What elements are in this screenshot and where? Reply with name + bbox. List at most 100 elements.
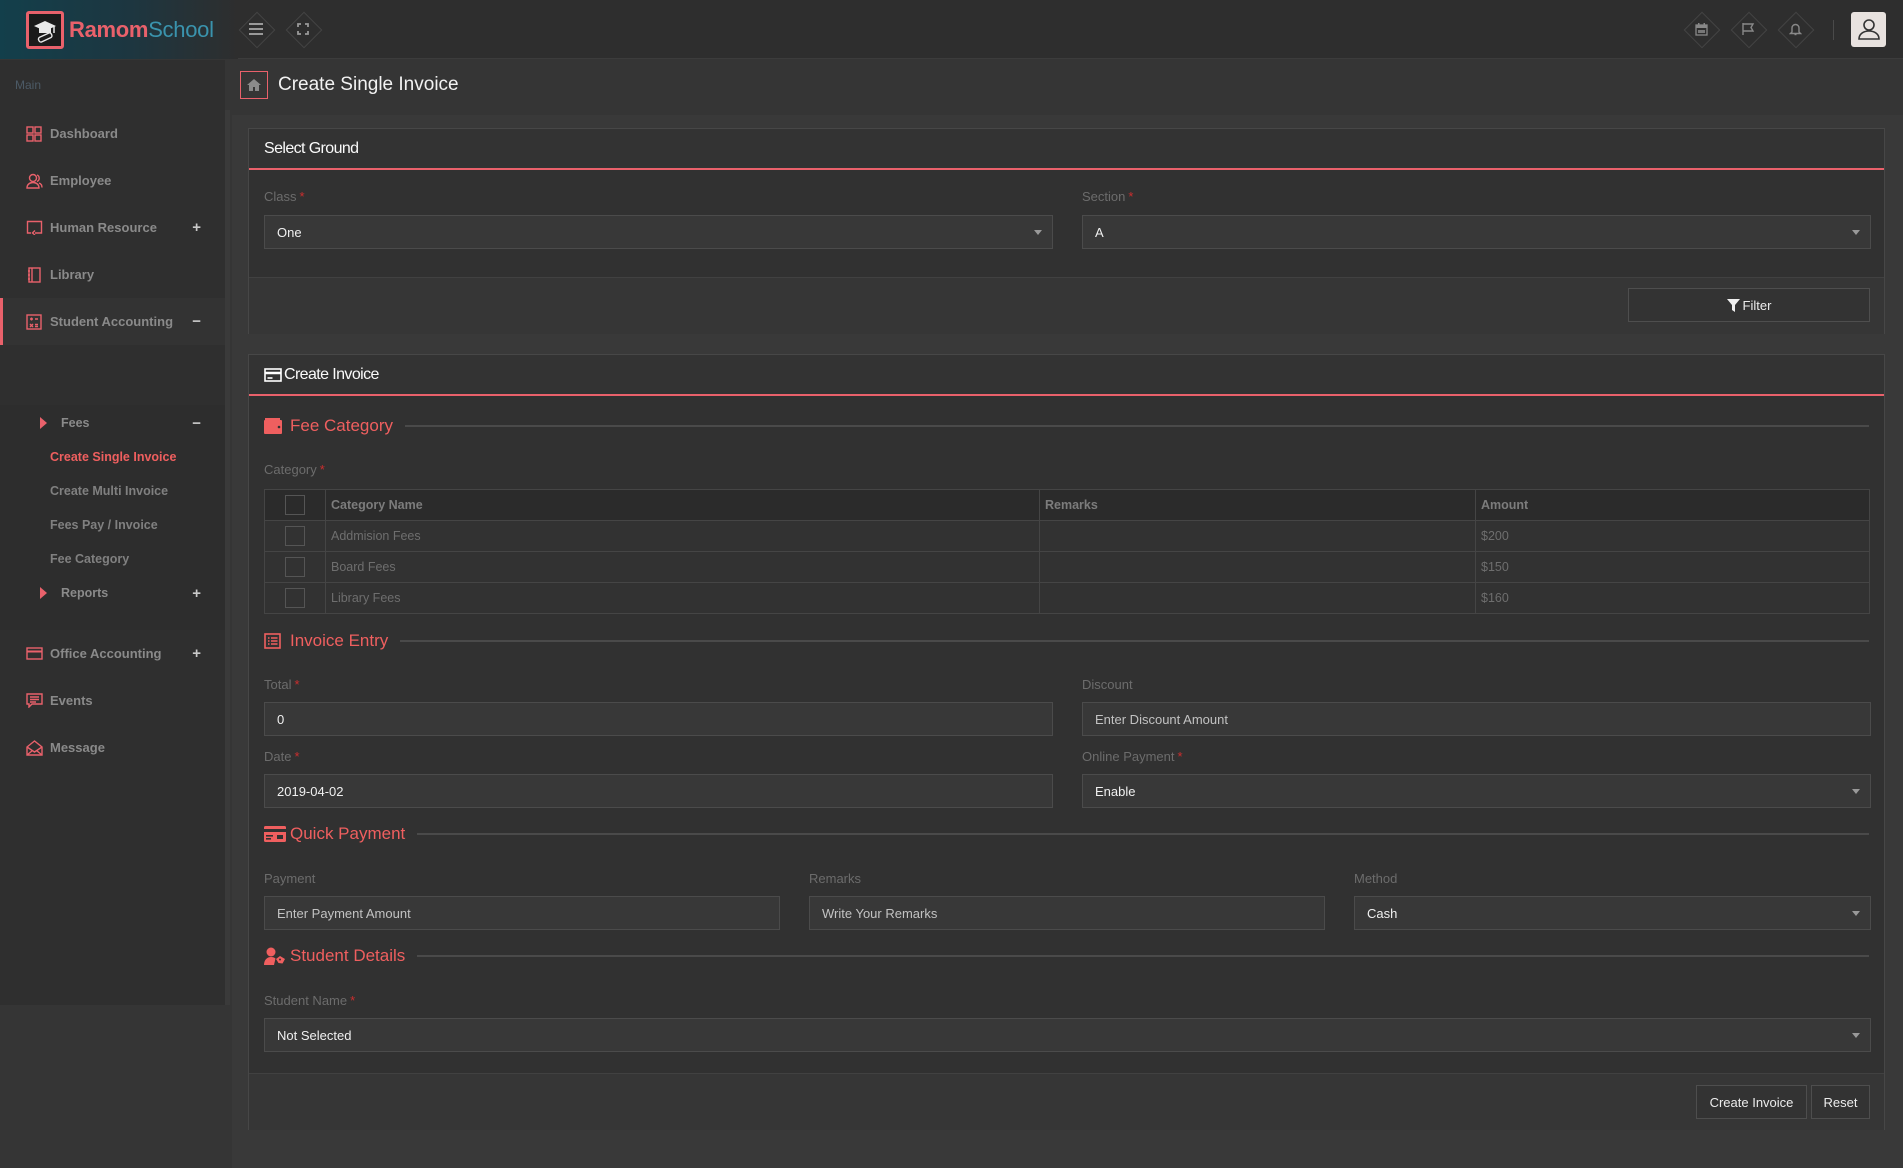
- flag-icon: [1742, 23, 1755, 35]
- sidebar-link-create-single-invoice[interactable]: Create Single Invoice: [0, 442, 225, 472]
- expand-icon[interactable]: +: [192, 585, 201, 602]
- sidebar-item-office-accounting[interactable]: Office Accounting +: [0, 630, 225, 677]
- remarks-cell: [1039, 582, 1476, 614]
- sidebar-item-student-accounting[interactable]: Student Accounting −: [0, 298, 225, 345]
- expand-icon[interactable]: +: [192, 645, 201, 662]
- remarks-input[interactable]: Write Your Remarks: [809, 896, 1325, 930]
- home-icon: [247, 79, 261, 91]
- collapse-icon[interactable]: −: [192, 415, 201, 432]
- row-checkbox[interactable]: [285, 588, 305, 608]
- discount-input[interactable]: Enter Discount Amount: [1082, 702, 1871, 736]
- panel-footer: Create Invoice Reset: [249, 1073, 1884, 1130]
- online-payment-select[interactable]: Enable: [1082, 774, 1871, 808]
- sidebar-link-fee-category[interactable]: Fee Category: [0, 544, 225, 574]
- student-name-label: Student Name *: [264, 993, 356, 1008]
- remarks-label: Remarks: [809, 871, 862, 886]
- list-alt-icon: [264, 632, 286, 650]
- sidebar-item-dashboard[interactable]: Dashboard: [0, 110, 225, 157]
- row-checkbox[interactable]: [285, 557, 305, 577]
- caret-right-icon: [40, 587, 47, 599]
- sidebar-toggle-button[interactable]: [239, 12, 273, 46]
- credit-card-icon: [264, 367, 282, 382]
- sidebar-subitem-reports[interactable]: Reports +: [0, 578, 225, 608]
- notebook-icon: [25, 266, 43, 284]
- flag-button[interactable]: [1731, 12, 1765, 46]
- class-label: Class *: [264, 189, 305, 204]
- chevron-down-icon: [1852, 789, 1860, 794]
- home-button[interactable]: [240, 71, 268, 99]
- student-accounting-submenu: Fees − Create Single Invoice Create Mult…: [0, 405, 225, 630]
- sidebar-heading: Main: [15, 78, 42, 92]
- sidebar-link-create-multi-invoice[interactable]: Create Multi Invoice: [0, 476, 225, 506]
- money-card-icon: [264, 825, 286, 843]
- user-avatar-button[interactable]: [1851, 12, 1886, 47]
- chevron-down-icon: [1852, 911, 1860, 916]
- page-title: Create Single Invoice: [278, 74, 459, 95]
- category-name-cell: Library Fees: [325, 582, 1040, 614]
- brand-name: RamomSchool: [69, 16, 214, 42]
- student-details-section-title: Student Details: [264, 943, 1869, 969]
- amount-cell: $200: [1475, 520, 1870, 552]
- select-all-checkbox[interactable]: [285, 495, 305, 515]
- fullscreen-icon: [297, 23, 309, 35]
- online-payment-label: Online Payment *: [1082, 749, 1183, 764]
- credit-card-icon: [25, 645, 43, 663]
- total-input[interactable]: 0: [264, 702, 1053, 736]
- column-header-amount: Amount: [1475, 489, 1870, 521]
- sidebar-item-events[interactable]: Events: [0, 677, 225, 724]
- fullscreen-button[interactable]: [286, 12, 320, 46]
- sidebar-link-fees-pay-invoice[interactable]: Fees Pay / Invoice: [0, 510, 225, 540]
- payment-input[interactable]: Enter Payment Amount: [264, 896, 780, 930]
- class-select[interactable]: One: [264, 215, 1053, 249]
- amount-cell: $160: [1475, 582, 1870, 614]
- chevron-down-icon: [1034, 230, 1042, 235]
- table-row: Addmision Fees $200: [264, 520, 1870, 552]
- calendar-button[interactable]: [1684, 12, 1718, 46]
- user-icon: [1857, 18, 1880, 40]
- notifications-button[interactable]: [1778, 12, 1812, 46]
- amount-cell: $150: [1475, 551, 1870, 583]
- reset-button[interactable]: Reset: [1811, 1085, 1870, 1119]
- column-header-category-name: Category Name: [325, 489, 1040, 521]
- chevron-down-icon: [1852, 1033, 1860, 1038]
- date-input[interactable]: 2019-04-02: [264, 774, 1053, 808]
- student-name-select[interactable]: Not Selected: [264, 1018, 1871, 1052]
- sidebar-item-human-resource[interactable]: Human Resource +: [0, 204, 225, 251]
- collapse-icon[interactable]: −: [192, 313, 201, 330]
- filter-button[interactable]: Filter: [1628, 288, 1870, 322]
- sidebar-item-employee[interactable]: Employee: [0, 157, 225, 204]
- sidebar-item-library[interactable]: Library: [0, 251, 225, 298]
- remarks-cell: [1039, 551, 1476, 583]
- screen-share-icon: [25, 219, 43, 237]
- discount-label: Discount: [1082, 677, 1133, 692]
- select-ground-panel: Select Ground Class * One Section * A Filt…: [248, 128, 1885, 334]
- top-navbar: RamomSchool: [0, 0, 1903, 59]
- sidebar-scrollbar[interactable]: [225, 110, 230, 1005]
- page-header: Create Single Invoice: [240, 70, 459, 100]
- create-invoice-button[interactable]: Create Invoice: [1696, 1085, 1807, 1119]
- payment-label: Payment: [264, 871, 316, 886]
- brand-logo-area[interactable]: RamomSchool: [0, 0, 238, 59]
- sidebar-item-message[interactable]: Message: [0, 724, 225, 771]
- quick-payment-section-title: Quick Payment: [264, 821, 1869, 847]
- invoice-entry-section-title: Invoice Entry: [264, 628, 1869, 654]
- calendar-icon: [1694, 22, 1708, 36]
- create-invoice-panel: Create Invoice Fee Category Category * Ca…: [248, 354, 1885, 1130]
- payment-method-select[interactable]: Cash: [1354, 896, 1871, 930]
- panel-title: Create Invoice: [249, 355, 1884, 396]
- expand-icon[interactable]: +: [192, 219, 201, 236]
- section-select[interactable]: A: [1082, 215, 1871, 249]
- section-label: Section *: [1082, 189, 1134, 204]
- table-header-row: Category Name Remarks Amount: [264, 489, 1870, 521]
- category-name-cell: Board Fees: [325, 551, 1040, 583]
- column-header-remarks: Remarks: [1039, 489, 1476, 521]
- sidebar: Main Dashboard Employee Human Resource +…: [0, 60, 225, 1005]
- bell-icon: [1788, 23, 1802, 36]
- menu-icon: [249, 23, 263, 35]
- users-icon: [25, 172, 43, 190]
- method-label: Method: [1354, 871, 1398, 886]
- panel-footer: Filter: [249, 277, 1884, 334]
- sidebar-subitem-fees[interactable]: Fees −: [0, 408, 225, 438]
- fee-category-section-title: Fee Category: [264, 413, 1869, 439]
- row-checkbox[interactable]: [285, 526, 305, 546]
